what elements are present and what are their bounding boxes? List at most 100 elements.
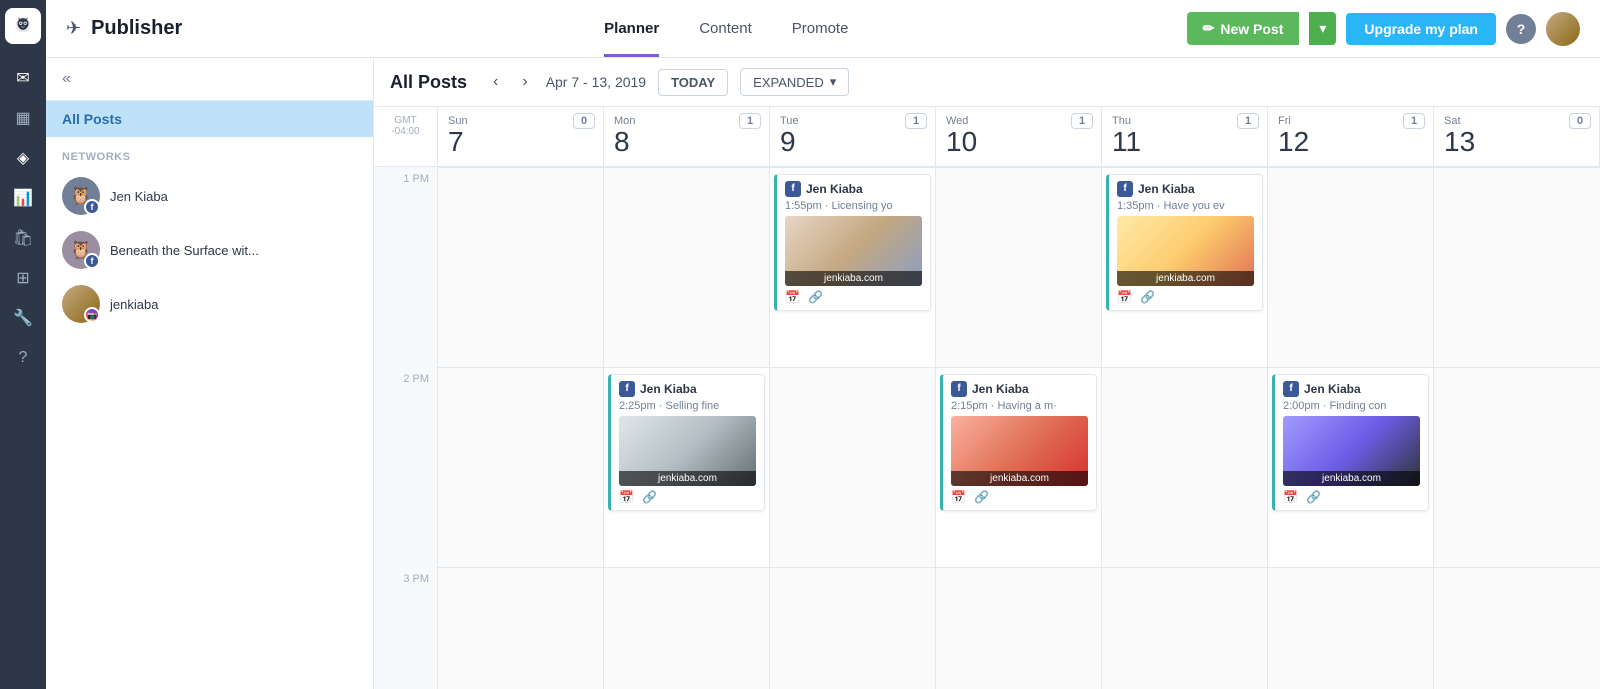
network-name-instagram: jenkiaba bbox=[110, 297, 158, 312]
link-icon-fri[interactable]: 🔗 bbox=[1306, 490, 1321, 504]
cell-mon-2pm: f Jen Kiaba 2:25pm · Selling fine jenkia… bbox=[604, 367, 770, 567]
new-post-dropdown-button[interactable]: ▾ bbox=[1309, 12, 1336, 45]
top-navigation: Planner Content Promote bbox=[266, 0, 1187, 57]
day-header-sat: Sat 13 0 bbox=[1434, 107, 1600, 166]
calendar-icon-thu[interactable]: 📅 bbox=[1117, 290, 1132, 304]
nav-streams-icon[interactable]: ▦ bbox=[5, 100, 41, 136]
prev-week-button[interactable]: ‹ bbox=[487, 71, 504, 93]
nav-help-icon[interactable]: ? bbox=[5, 340, 41, 376]
user-avatar[interactable] bbox=[1546, 12, 1580, 46]
top-bar: ✈ Publisher Planner Content Promote ✏ Ne… bbox=[46, 0, 1600, 58]
network-item-jenkiaba-instagram[interactable]: 📷 jenkiaba bbox=[46, 277, 373, 331]
post-time-text: 1:55pm · Licensing yo bbox=[785, 200, 922, 212]
facebook-icon-mon: f bbox=[619, 381, 635, 397]
post-card-header-fri: f Jen Kiaba bbox=[1283, 381, 1420, 397]
time-row-1pm: 1 PM f Jen Kiaba 1:55pm · Li bbox=[374, 167, 1600, 367]
calendar-icon[interactable]: 📅 bbox=[785, 290, 800, 304]
calendar-icon-fri[interactable]: 📅 bbox=[1283, 490, 1298, 504]
link-icon[interactable]: 🔗 bbox=[808, 290, 823, 304]
help-button[interactable]: ? bbox=[1506, 14, 1536, 44]
day-header-wed: Wed 10 1 bbox=[936, 107, 1102, 166]
nav-apps-icon[interactable]: ⊞ bbox=[5, 260, 41, 296]
post-card-footer-mon: 📅 🔗 bbox=[619, 490, 756, 504]
calendar-icon-wed[interactable]: 📅 bbox=[951, 490, 966, 504]
cell-thu-2pm bbox=[1102, 367, 1268, 567]
chevron-down-icon: ▾ bbox=[830, 74, 837, 90]
upgrade-button[interactable]: Upgrade my plan bbox=[1346, 13, 1496, 45]
post-card-footer-fri: 📅 🔗 bbox=[1283, 490, 1420, 504]
cell-mon-3pm bbox=[604, 567, 770, 689]
day-header-tue: Tue 9 1 bbox=[770, 107, 936, 166]
day-header-fri: Fri 12 1 bbox=[1268, 107, 1434, 166]
post-card-header-thu: f Jen Kiaba bbox=[1117, 181, 1254, 197]
cell-wed-1pm bbox=[936, 167, 1102, 367]
left-navigation: ✉ ▦ ◈ 📊 🛍 ⊞ 🔧 ? bbox=[0, 0, 46, 689]
post-time-text-thu: 1:35pm · Have you ev bbox=[1117, 200, 1254, 212]
day-header-thu: Thu 11 1 bbox=[1102, 107, 1268, 166]
time-row-2pm: 2 PM f Jen Kiaba 2:25pm · Selling fine bbox=[374, 367, 1600, 567]
time-label-2pm: 2 PM bbox=[374, 367, 438, 567]
day-badge-wed: 1 bbox=[1071, 113, 1093, 129]
post-card-wed-2pm[interactable]: f Jen Kiaba 2:15pm · Having a m· jenkiab… bbox=[940, 374, 1097, 511]
network-item-beneath-surface[interactable]: 🦉 f Beneath the Surface wit... bbox=[46, 223, 373, 277]
post-image: jenkiaba.com bbox=[785, 216, 922, 286]
day-header-sun: Sun 7 0 bbox=[438, 107, 604, 166]
nav-publisher-icon[interactable]: ◈ bbox=[5, 140, 41, 176]
day-header-mon: Mon 8 1 bbox=[604, 107, 770, 166]
content-area: « All Posts NETWORKS 🦉 f Jen Kiaba 🦉 f B… bbox=[46, 58, 1600, 689]
network-item-jen-kiaba[interactable]: 🦉 f Jen Kiaba bbox=[46, 169, 373, 223]
calendar-icon-mon[interactable]: 📅 bbox=[619, 490, 634, 504]
cell-fri-1pm bbox=[1268, 167, 1434, 367]
main-area: ✈ Publisher Planner Content Promote ✏ Ne… bbox=[46, 0, 1600, 689]
app-logo[interactable] bbox=[5, 8, 41, 44]
link-icon-mon[interactable]: 🔗 bbox=[642, 490, 657, 504]
cell-fri-2pm: f Jen Kiaba 2:00pm · Finding con jenkiab… bbox=[1268, 367, 1434, 567]
cell-wed-2pm: f Jen Kiaba 2:15pm · Having a m· jenkiab… bbox=[936, 367, 1102, 567]
facebook-icon-wed: f bbox=[951, 381, 967, 397]
tab-promote[interactable]: Promote bbox=[792, 0, 849, 57]
network-avatar-beneath: 🦉 f bbox=[62, 231, 100, 269]
post-image-thu: jenkiaba.com bbox=[1117, 216, 1254, 286]
calendar-toolbar: All Posts ‹ › Apr 7 - 13, 2019 TODAY EXP… bbox=[374, 58, 1600, 107]
nav-analytics-icon[interactable]: 📊 bbox=[5, 180, 41, 216]
day-badge-mon: 1 bbox=[739, 113, 761, 129]
cell-sat-3pm bbox=[1434, 567, 1600, 689]
post-card-thu-1pm[interactable]: f Jen Kiaba 1:35pm · Have you ev jenkiab… bbox=[1106, 174, 1263, 311]
link-icon-thu[interactable]: 🔗 bbox=[1140, 290, 1155, 304]
calendar-header-row: GMT -04:00 Sun 7 0 Mon 8 1 bbox=[374, 107, 1600, 167]
nav-campaigns-icon[interactable]: 🛍 bbox=[5, 220, 41, 256]
tab-content[interactable]: Content bbox=[699, 0, 752, 57]
instagram-badge: 📷 bbox=[84, 307, 100, 323]
cell-sun-2pm bbox=[438, 367, 604, 567]
link-icon-wed[interactable]: 🔗 bbox=[974, 490, 989, 504]
calendar-area: All Posts ‹ › Apr 7 - 13, 2019 TODAY EXP… bbox=[374, 58, 1600, 689]
collapse-button[interactable]: « bbox=[62, 70, 71, 88]
cell-thu-3pm bbox=[1102, 567, 1268, 689]
post-card-footer: 📅 🔗 bbox=[785, 290, 922, 304]
day-badge-fri: 1 bbox=[1403, 113, 1425, 129]
networks-label: NETWORKS bbox=[46, 137, 373, 169]
next-week-button[interactable]: › bbox=[516, 71, 533, 93]
publisher-title: Publisher bbox=[91, 17, 182, 40]
cell-mon-1pm bbox=[604, 167, 770, 367]
post-time-text-fri: 2:00pm · Finding con bbox=[1283, 400, 1420, 412]
post-card-tue-1pm[interactable]: f Jen Kiaba 1:55pm · Licensing yo jenkia… bbox=[774, 174, 931, 311]
network-name-jen: Jen Kiaba bbox=[110, 189, 168, 204]
today-button[interactable]: TODAY bbox=[658, 69, 728, 96]
post-url: jenkiaba.com bbox=[785, 271, 922, 286]
time-label-3pm: 3 PM bbox=[374, 567, 438, 689]
expanded-button[interactable]: EXPANDED ▾ bbox=[740, 68, 849, 96]
tab-planner[interactable]: Planner bbox=[604, 0, 659, 57]
top-bar-left: ✈ Publisher bbox=[66, 17, 266, 40]
cell-sat-1pm bbox=[1434, 167, 1600, 367]
day-badge-thu: 1 bbox=[1237, 113, 1259, 129]
nav-tools-icon[interactable]: 🔧 bbox=[5, 300, 41, 336]
all-posts-item[interactable]: All Posts bbox=[46, 101, 373, 137]
post-card-mon-2pm[interactable]: f Jen Kiaba 2:25pm · Selling fine jenkia… bbox=[608, 374, 765, 511]
new-post-button[interactable]: ✏ New Post bbox=[1187, 12, 1300, 45]
calendar-title: All Posts bbox=[390, 72, 467, 93]
nav-compose-icon[interactable]: ✉ bbox=[5, 60, 41, 96]
post-card-fri-2pm[interactable]: f Jen Kiaba 2:00pm · Finding con jenkiab… bbox=[1272, 374, 1429, 511]
sidebar: « All Posts NETWORKS 🦉 f Jen Kiaba 🦉 f B… bbox=[46, 58, 374, 689]
network-avatar-instagram: 📷 bbox=[62, 285, 100, 323]
